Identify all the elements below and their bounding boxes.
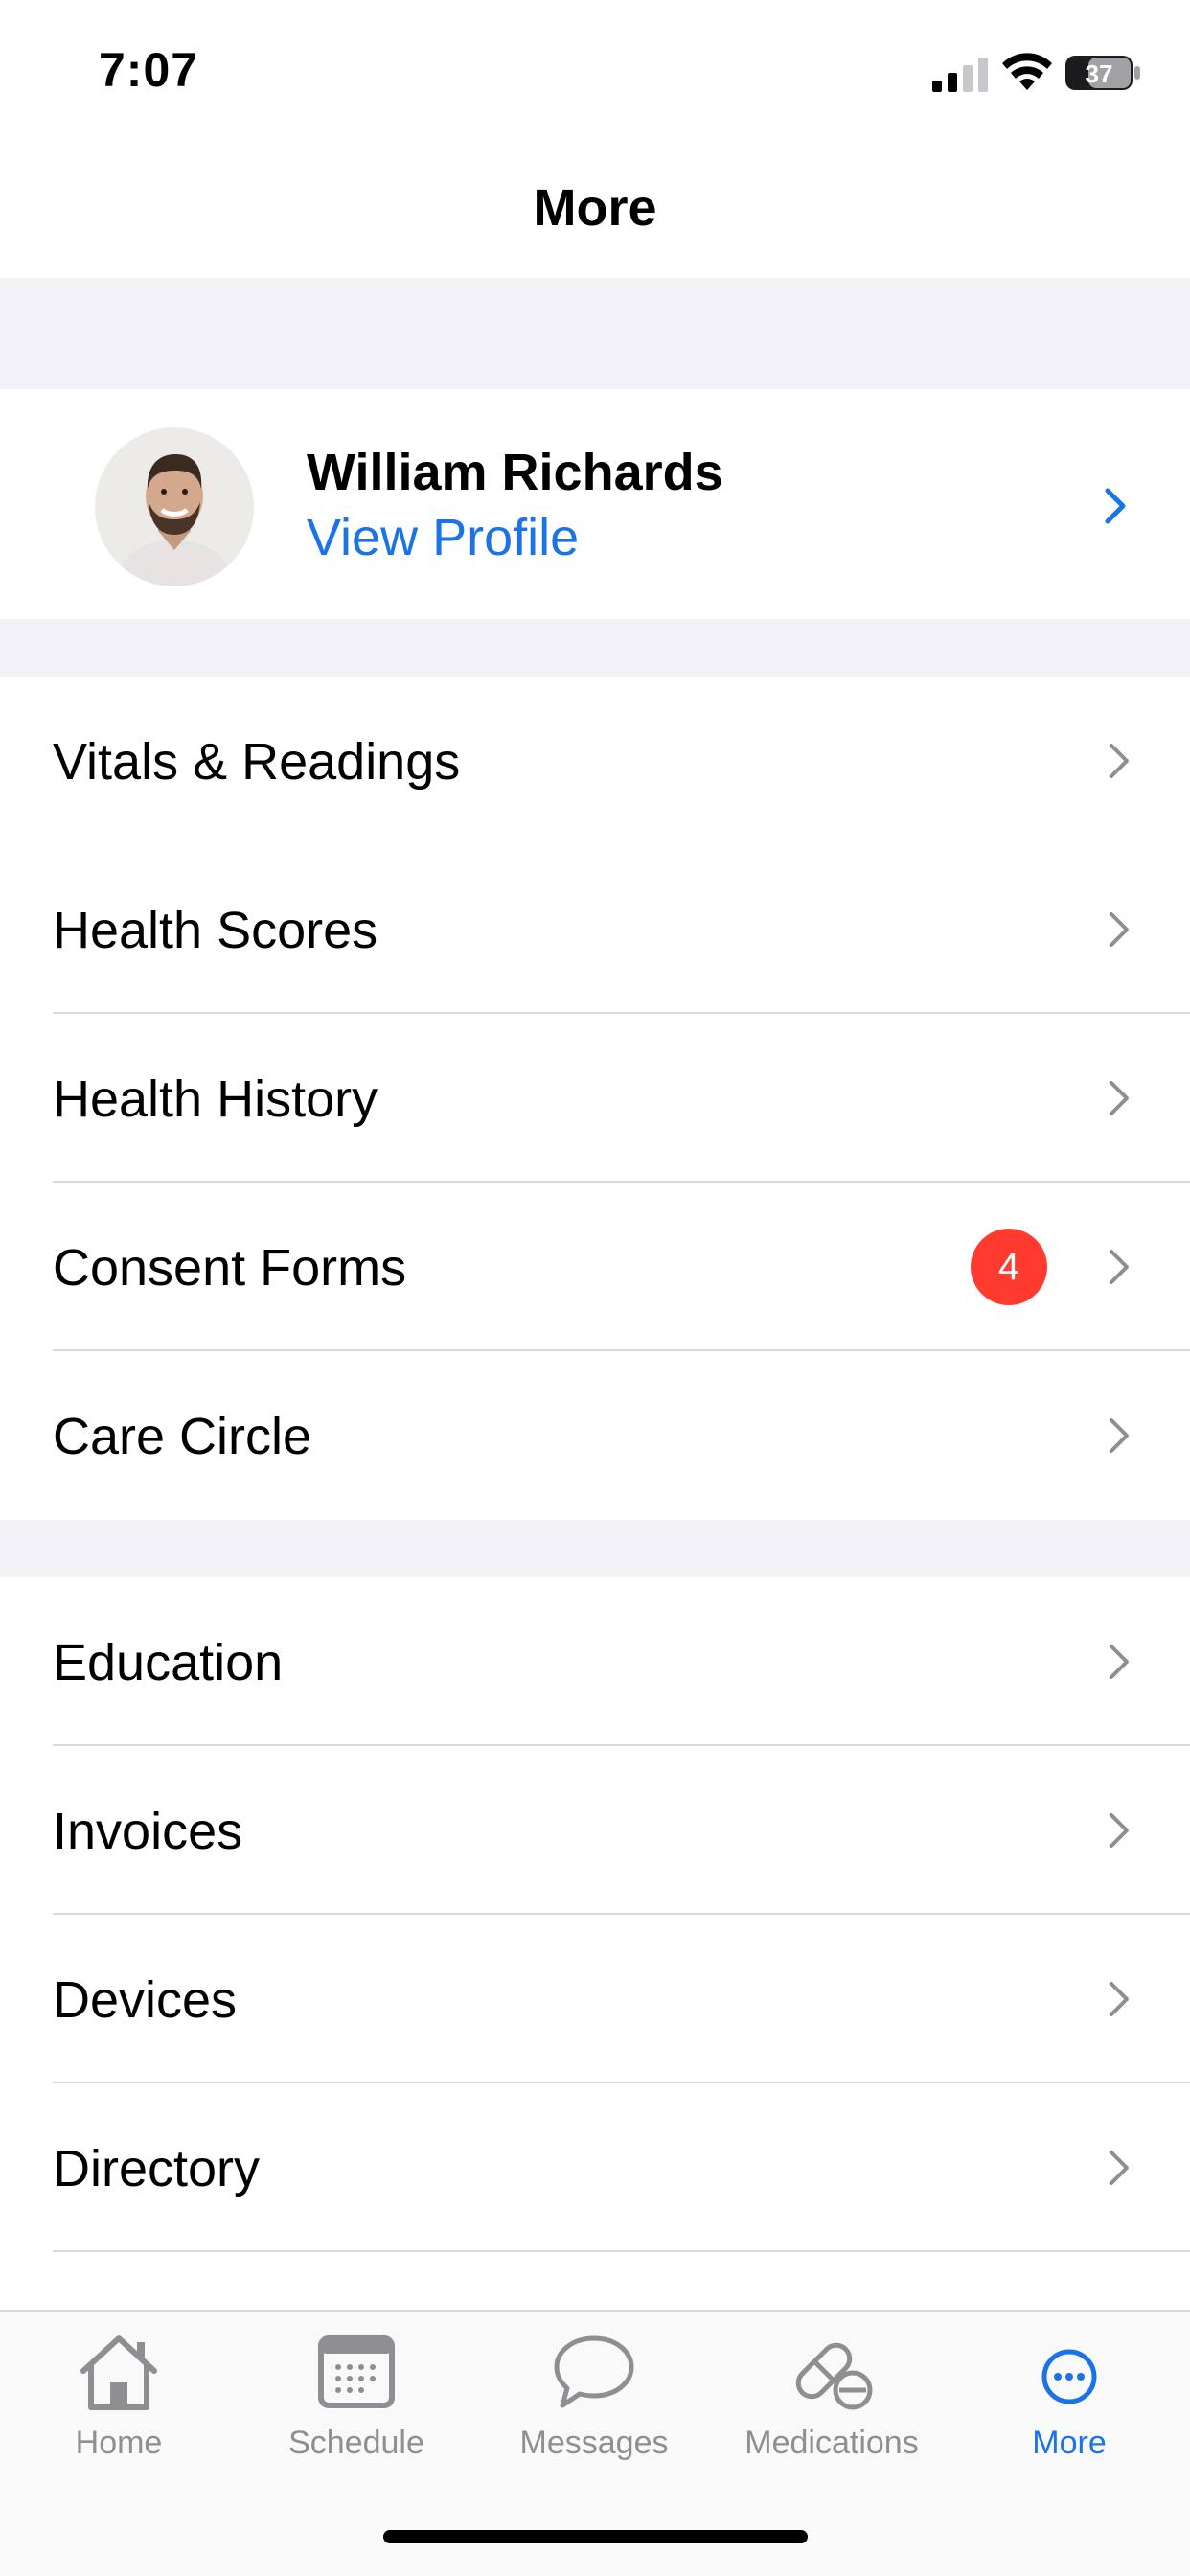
tab-home[interactable]: Home (0, 2312, 238, 2503)
list-item-education[interactable]: Education (0, 1577, 1190, 1746)
list-item-label: Devices (53, 1971, 238, 2029)
page-title: More (533, 179, 657, 237)
list-item-health-scores[interactable]: Health Scores (0, 845, 1190, 1014)
list-item-devices[interactable]: Devices (0, 1915, 1190, 2083)
wifi-icon (1002, 53, 1052, 90)
list-item-health-history[interactable]: Health History (0, 1014, 1190, 1183)
more-icon (1041, 2349, 1097, 2404)
list-item-label: Education (53, 1634, 284, 1691)
chevron-right-icon (1110, 1982, 1129, 2016)
tab-medications[interactable]: Medications (713, 2312, 950, 2503)
status-bar: 7:07 37 (0, 0, 1190, 144)
list-item-vitals-readings[interactable]: Vitals & Readings (0, 677, 1190, 845)
avatar (95, 427, 254, 586)
tab-label: Medications (744, 2425, 919, 2461)
calendar-icon (318, 2335, 395, 2408)
list-item-label: Consent Forms (53, 1239, 407, 1297)
notification-badge: 4 (971, 1229, 1047, 1305)
list-item-label: Vitals & Readings (53, 733, 461, 791)
list-item-label: Care Circle (53, 1408, 312, 1465)
home-icon (80, 2335, 157, 2410)
view-profile-link[interactable]: View Profile (307, 508, 579, 567)
section-gap (0, 619, 1190, 677)
chevron-right-icon (1110, 1813, 1129, 1848)
chevron-right-icon (1110, 1644, 1129, 1679)
home-indicator[interactable] (383, 2530, 808, 2543)
profile-row[interactable]: William Richards View Profile (0, 389, 1190, 619)
navigation-bar: More (0, 144, 1190, 278)
row-separator (53, 2250, 1190, 2252)
list-item-label: Health History (53, 1070, 378, 1128)
profile-name: William Richards (307, 444, 723, 501)
pill-icon (795, 2342, 873, 2410)
battery-icon: 37 (1065, 54, 1142, 92)
tab-messages[interactable]: Messages (475, 2312, 713, 2503)
more-screen: 7:07 37 More William Richards View Profi… (0, 0, 1190, 2576)
list-item-invoices[interactable]: Invoices (0, 1746, 1190, 1915)
chevron-right-icon (1110, 1081, 1129, 1116)
list-item-consent-forms[interactable]: Consent Forms 4 (0, 1183, 1190, 1351)
chevron-right-icon (1110, 912, 1129, 947)
chevron-right-icon (1110, 744, 1129, 778)
cellular-signal-icon (932, 58, 988, 92)
chevron-right-icon (1110, 1250, 1129, 1284)
list-item-label: Invoices (53, 1803, 243, 1860)
status-time: 7:07 (99, 43, 199, 97)
chevron-right-icon (1105, 488, 1126, 524)
chevron-right-icon (1110, 1418, 1129, 1453)
tab-label: Schedule (288, 2425, 424, 2461)
message-bubble-icon (554, 2335, 634, 2408)
chevron-right-icon (1110, 2150, 1129, 2185)
section-gap (0, 278, 1190, 389)
list-item-label: Health Scores (53, 902, 378, 959)
tab-more[interactable]: More (950, 2312, 1188, 2503)
list-item-label: Directory (53, 2140, 261, 2197)
list-item-directory[interactable]: Directory (0, 2083, 1190, 2252)
battery-level: 37 (1086, 59, 1113, 88)
list-item-care-circle[interactable]: Care Circle (0, 1351, 1190, 1520)
section-gap (0, 1520, 1190, 1577)
tab-label: Home (75, 2425, 163, 2461)
tab-schedule[interactable]: Schedule (238, 2312, 475, 2503)
tab-label: Messages (519, 2425, 669, 2461)
tab-label: More (1032, 2425, 1107, 2461)
